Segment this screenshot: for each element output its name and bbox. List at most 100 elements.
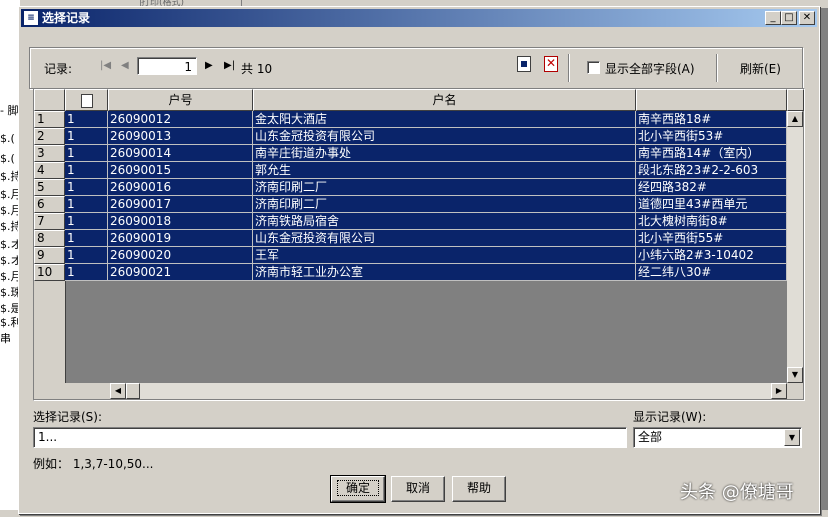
cell-address[interactable]: 北大槐树南街8#	[636, 213, 787, 230]
row-indicator[interactable]: 2	[34, 128, 65, 145]
last-record-icon[interactable]: ▶|	[224, 60, 235, 71]
grid-header-address[interactable]	[636, 89, 787, 111]
cell-account[interactable]: 26090013	[108, 128, 253, 145]
table-row[interactable]: 5 1 26090016 济南印刷二厂 经四路382#	[34, 179, 787, 196]
window-title: 选择记录	[42, 11, 91, 25]
maximize-button[interactable]: □	[781, 11, 797, 25]
cell-flag[interactable]: 1	[65, 162, 108, 179]
cell-address[interactable]: 南辛西路14#（室内）	[636, 145, 787, 162]
cell-flag[interactable]: 1	[65, 111, 108, 128]
cell-name[interactable]: 山东金冠投资有限公司	[253, 230, 636, 247]
table-row[interactable]: 4 1 26090015 郭允生 段北东路23#2-2-603	[34, 162, 787, 179]
horizontal-scrollbar[interactable]: ◀ ▶	[110, 383, 787, 399]
cell-account[interactable]: 26090019	[108, 230, 253, 247]
row-indicator[interactable]: 8	[34, 230, 65, 247]
cell-flag[interactable]: 1	[65, 213, 108, 230]
cell-flag[interactable]: 1	[65, 230, 108, 247]
cell-account[interactable]: 26090015	[108, 162, 253, 179]
grid-header-flag[interactable]	[65, 89, 108, 111]
row-indicator[interactable]: 1	[34, 111, 65, 128]
cell-flag[interactable]: 1	[65, 264, 108, 281]
cell-flag[interactable]: 1	[65, 128, 108, 145]
vertical-scrollbar[interactable]: ▲ ▼	[787, 111, 803, 383]
close-button[interactable]: ✕	[799, 11, 815, 25]
next-record-icon[interactable]: ▶	[205, 60, 213, 71]
cell-account[interactable]: 26090012	[108, 111, 253, 128]
scroll-up-icon[interactable]: ▲	[787, 111, 803, 127]
row-indicator[interactable]: 6	[34, 196, 65, 213]
cell-account[interactable]: 26090018	[108, 213, 253, 230]
cell-name[interactable]: 南辛庄街道办事处	[253, 145, 636, 162]
scroll-down-icon[interactable]: ▼	[787, 367, 803, 383]
refresh-button[interactable]: 刷新(E)	[740, 60, 781, 77]
row-indicator[interactable]: 5	[34, 179, 65, 196]
ok-button[interactable]: 确定	[330, 475, 386, 503]
title-bar[interactable]: ≡ 选择记录 _ □ ✕	[21, 9, 817, 27]
row-indicator[interactable]: 9	[34, 247, 65, 264]
table-row[interactable]: 3 1 26090014 南辛庄街道办事处 南辛西路14#（室内）	[34, 145, 787, 162]
table-row[interactable]: 7 1 26090018 济南铁路局宿舍 北大槐树南街8#	[34, 213, 787, 230]
table-row[interactable]: 8 1 26090019 山东金冠投资有限公司 北小辛西街55#	[34, 230, 787, 247]
add-record-icon[interactable]	[517, 56, 531, 72]
cell-flag[interactable]: 1	[65, 179, 108, 196]
cell-account[interactable]: 26090017	[108, 196, 253, 213]
chevron-down-icon[interactable]: ▼	[784, 429, 800, 446]
cell-name[interactable]: 郭允生	[253, 162, 636, 179]
select-records-input[interactable]: 1...	[33, 427, 627, 448]
table-row[interactable]: 1 1 26090012 金太阳大酒店 南辛西路18#	[34, 111, 787, 128]
record-total: 共 10	[241, 62, 273, 76]
cell-address[interactable]: 北小辛西街53#	[636, 128, 787, 145]
background-fragment: $.月	[0, 188, 20, 201]
cell-account[interactable]: 26090021	[108, 264, 253, 281]
toolbar-separator	[716, 54, 718, 82]
cell-flag[interactable]: 1	[65, 145, 108, 162]
record-number-input[interactable]	[137, 57, 197, 75]
cell-account[interactable]: 26090020	[108, 247, 253, 264]
cell-name[interactable]: 金太阳大酒店	[253, 111, 636, 128]
table-row[interactable]: 10 1 26090021 济南市轻工业办公室 经二纬八30#	[34, 264, 787, 281]
table-row[interactable]: 2 1 26090013 山东金冠投资有限公司 北小辛西街53#	[34, 128, 787, 145]
minimize-button[interactable]: _	[765, 11, 781, 25]
records-grid[interactable]: 户号 户名 1 1 26090012 金太阳大酒店 南辛西路18# 2 1 26090013 山…	[33, 88, 805, 401]
background-fragment: $.珠	[0, 286, 20, 299]
prev-record-icon[interactable]: ◀	[121, 60, 129, 71]
select-records-label: 选择记录(S):	[33, 410, 103, 424]
cell-name[interactable]: 济南市轻工业办公室	[253, 264, 636, 281]
row-indicator[interactable]: 7	[34, 213, 65, 230]
cell-name[interactable]: 山东金冠投资有限公司	[253, 128, 636, 145]
table-row[interactable]: 6 1 26090017 济南印刷二厂 道德四里43#西单元	[34, 196, 787, 213]
row-indicator[interactable]: 10	[34, 264, 65, 281]
cell-address[interactable]: 北小辛西街55#	[636, 230, 787, 247]
scrollbar-spacer	[34, 383, 110, 399]
delete-record-icon[interactable]	[544, 56, 558, 72]
horizontal-scroll-thumb[interactable]	[126, 383, 140, 399]
row-indicator[interactable]: 3	[34, 145, 65, 162]
cell-flag[interactable]: 1	[65, 247, 108, 264]
grid-header-account[interactable]: 户号	[108, 89, 253, 111]
grid-header-name[interactable]: 户名	[253, 89, 636, 111]
cell-account[interactable]: 26090014	[108, 145, 253, 162]
cell-account[interactable]: 26090016	[108, 179, 253, 196]
cell-address[interactable]: 经二纬八30#	[636, 264, 787, 281]
show-all-fields-checkbox[interactable]	[587, 61, 600, 74]
column-chooser-icon[interactable]	[80, 93, 93, 108]
cell-address[interactable]: 经四路382#	[636, 179, 787, 196]
cell-name[interactable]: 济南铁路局宿舍	[253, 213, 636, 230]
display-records-select[interactable]: 全部 ▼	[633, 427, 802, 448]
cancel-button[interactable]: 取消	[391, 476, 445, 502]
cell-name[interactable]: 济南印刷二厂	[253, 179, 636, 196]
cell-name[interactable]: 济南印刷二厂	[253, 196, 636, 213]
cell-flag[interactable]: 1	[65, 196, 108, 213]
scroll-right-icon[interactable]: ▶	[771, 383, 787, 399]
show-all-fields-label[interactable]: 显示全部字段(A)	[605, 60, 695, 77]
help-button[interactable]: 帮助	[452, 476, 506, 502]
scroll-left-icon[interactable]: ◀	[110, 383, 126, 399]
cell-address[interactable]: 南辛西路18#	[636, 111, 787, 128]
row-indicator[interactable]: 4	[34, 162, 65, 179]
cell-address[interactable]: 小纬六路2#3-10402	[636, 247, 787, 264]
first-record-icon[interactable]: |◀	[100, 60, 111, 71]
cell-address[interactable]: 段北东路23#2-2-603	[636, 162, 787, 179]
table-row[interactable]: 9 1 26090020 王军 小纬六路2#3-10402	[34, 247, 787, 264]
cell-address[interactable]: 道德四里43#西单元	[636, 196, 787, 213]
cell-name[interactable]: 王军	[253, 247, 636, 264]
